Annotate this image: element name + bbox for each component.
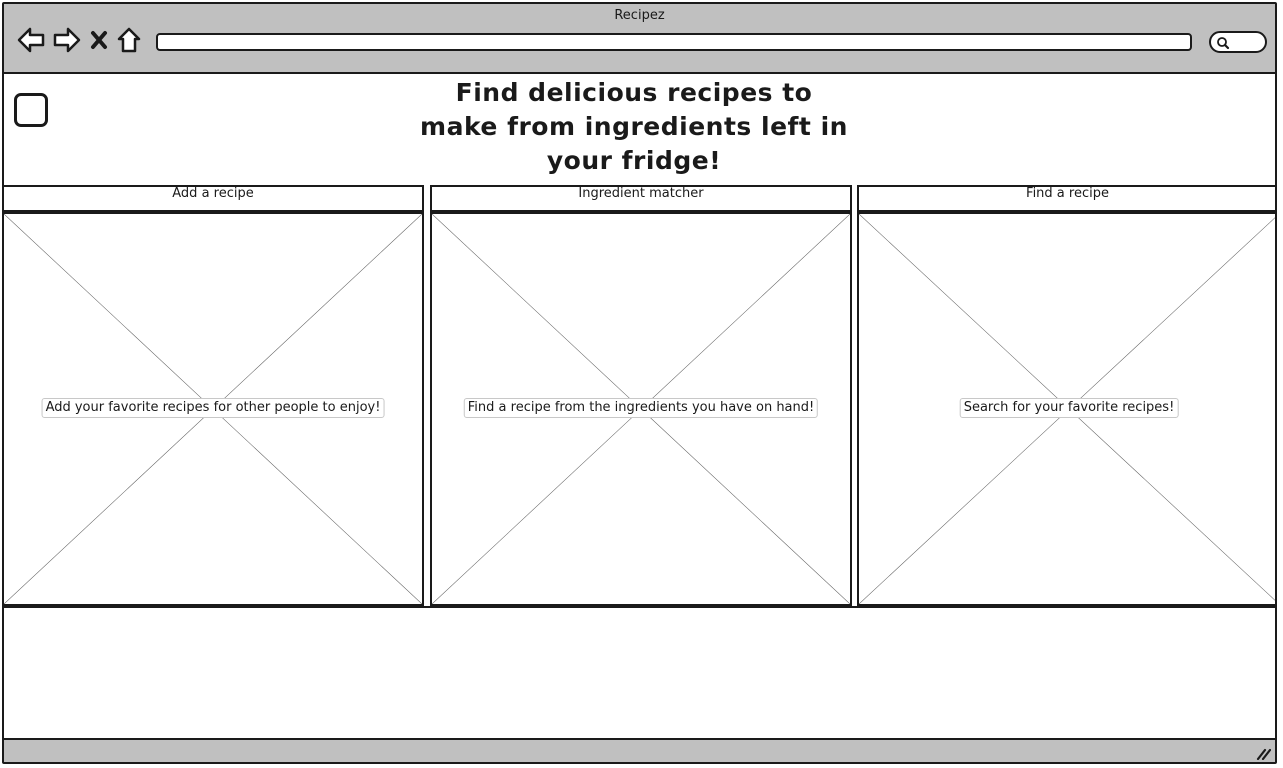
close-icon	[91, 31, 107, 49]
forward-button[interactable]	[52, 26, 82, 54]
back-arrow-icon	[17, 27, 45, 53]
add-recipe-caption: Add your favorite recipes for other peop…	[41, 398, 385, 418]
status-bar	[4, 738, 1275, 762]
ingredient-matcher-panel[interactable]: Find a recipe from the ingredients you h…	[430, 212, 852, 606]
window-title: Recipez	[614, 8, 665, 23]
page-headline: Find delicious recipes to make from ingr…	[420, 78, 848, 175]
forward-arrow-icon	[53, 27, 81, 53]
tab-add-recipe[interactable]: Add a recipe	[4, 185, 424, 212]
find-recipe-panel[interactable]: Search for your favorite recipes!	[857, 212, 1275, 606]
resize-grip-icon[interactable]	[1255, 746, 1271, 760]
tab-ingredient-matcher[interactable]: Ingredient matcher	[430, 185, 852, 212]
back-button[interactable]	[16, 26, 46, 54]
site-logo[interactable]	[14, 93, 48, 127]
home-button[interactable]	[116, 26, 142, 54]
page-content: Find delicious recipes to make from ingr…	[4, 74, 1275, 740]
address-bar[interactable]	[156, 33, 1192, 51]
add-recipe-panel[interactable]: Add your favorite recipes for other peop…	[4, 212, 424, 606]
tab-find-recipe[interactable]: Find a recipe	[857, 185, 1275, 212]
search-input[interactable]	[1209, 31, 1267, 53]
content-divider	[4, 606, 1275, 608]
browser-titlebar: Recipez	[4, 4, 1275, 74]
stop-button[interactable]	[88, 26, 110, 54]
search-icon	[1217, 37, 1230, 50]
ingredient-matcher-caption: Find a recipe from the ingredients you h…	[463, 398, 819, 418]
home-icon	[117, 27, 141, 53]
browser-window: Recipez Find delicious recipes to make f…	[2, 2, 1277, 764]
find-recipe-caption: Search for your favorite recipes!	[959, 398, 1179, 418]
